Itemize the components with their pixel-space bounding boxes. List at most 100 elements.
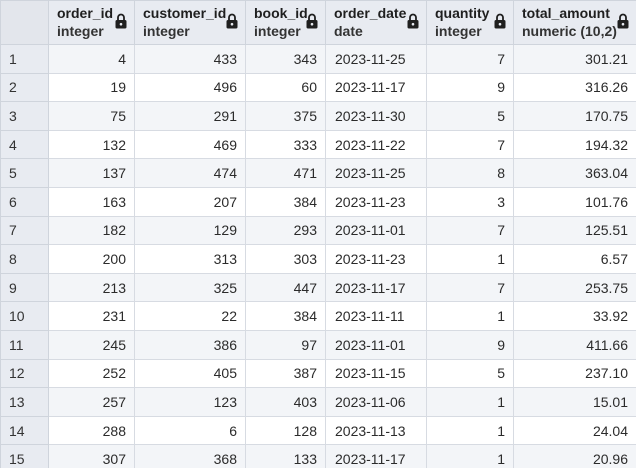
cell-quantity[interactable]: 7: [426, 215, 514, 246]
cell-order-date[interactable]: 2023-11-17: [325, 444, 427, 468]
cell-quantity[interactable]: 9: [426, 329, 514, 360]
row-number[interactable]: 9: [0, 272, 49, 303]
cell-order-id[interactable]: 213: [48, 272, 135, 303]
cell-total-amount[interactable]: 170.75: [513, 101, 636, 131]
select-all-corner[interactable]: [0, 0, 49, 45]
cell-book-id[interactable]: 333: [245, 129, 326, 160]
cell-customer-id[interactable]: 313: [134, 244, 246, 274]
cell-order-id[interactable]: 200: [48, 244, 135, 274]
table-row[interactable]: 3 75 291 375 2023-11-30 5 170.75: [0, 101, 636, 131]
cell-quantity[interactable]: 3: [426, 186, 514, 217]
cell-book-id[interactable]: 387: [245, 358, 326, 389]
row-number[interactable]: 12: [0, 358, 49, 389]
cell-book-id[interactable]: 384: [245, 186, 326, 217]
cell-customer-id[interactable]: 469: [134, 129, 246, 160]
cell-order-id[interactable]: 132: [48, 129, 135, 160]
row-number[interactable]: 14: [0, 415, 49, 446]
table-row[interactable]: 6 163 207 384 2023-11-23 3 101.76: [0, 186, 636, 217]
cell-order-id[interactable]: 257: [48, 387, 135, 417]
cell-quantity[interactable]: 7: [426, 129, 514, 160]
column-header-total-amount[interactable]: total_amount numeric (10,2): [513, 0, 636, 45]
cell-book-id[interactable]: 97: [245, 329, 326, 360]
column-header-order-id[interactable]: order_id integer: [48, 0, 135, 45]
cell-order-date[interactable]: 2023-11-01: [325, 215, 427, 246]
cell-order-id[interactable]: 252: [48, 358, 135, 389]
table-row[interactable]: 13 257 123 403 2023-11-06 1 15.01: [0, 387, 636, 417]
cell-quantity[interactable]: 1: [426, 444, 514, 468]
cell-book-id[interactable]: 60: [245, 72, 326, 103]
cell-total-amount[interactable]: 15.01: [513, 387, 636, 417]
cell-customer-id[interactable]: 405: [134, 358, 246, 389]
table-row[interactable]: 11 245 386 97 2023-11-01 9 411.66: [0, 329, 636, 360]
row-number[interactable]: 15: [0, 444, 49, 468]
cell-total-amount[interactable]: 363.04: [513, 158, 636, 188]
cell-customer-id[interactable]: 207: [134, 186, 246, 217]
cell-book-id[interactable]: 128: [245, 415, 326, 446]
cell-customer-id[interactable]: 474: [134, 158, 246, 188]
cell-book-id[interactable]: 384: [245, 301, 326, 331]
cell-quantity[interactable]: 1: [426, 301, 514, 331]
cell-order-date[interactable]: 2023-11-30: [325, 101, 427, 131]
table-row[interactable]: 9 213 325 447 2023-11-17 7 253.75: [0, 272, 636, 303]
cell-quantity[interactable]: 1: [426, 244, 514, 274]
row-number[interactable]: 13: [0, 387, 49, 417]
cell-order-date[interactable]: 2023-11-25: [325, 158, 427, 188]
row-number[interactable]: 1: [0, 44, 49, 74]
cell-total-amount[interactable]: 101.76: [513, 186, 636, 217]
cell-order-date[interactable]: 2023-11-06: [325, 387, 427, 417]
row-number[interactable]: 7: [0, 215, 49, 246]
cell-order-date[interactable]: 2023-11-25: [325, 44, 427, 74]
table-row[interactable]: 2 19 496 60 2023-11-17 9 316.26: [0, 72, 636, 103]
cell-total-amount[interactable]: 411.66: [513, 329, 636, 360]
cell-quantity[interactable]: 7: [426, 44, 514, 74]
cell-total-amount[interactable]: 125.51: [513, 215, 636, 246]
cell-order-id[interactable]: 182: [48, 215, 135, 246]
cell-quantity[interactable]: 5: [426, 358, 514, 389]
cell-order-id[interactable]: 231: [48, 301, 135, 331]
cell-total-amount[interactable]: 33.92: [513, 301, 636, 331]
cell-order-date[interactable]: 2023-11-23: [325, 244, 427, 274]
column-header-order-date[interactable]: order_date date: [325, 0, 427, 45]
row-number[interactable]: 6: [0, 186, 49, 217]
row-number[interactable]: 5: [0, 158, 49, 188]
cell-total-amount[interactable]: 6.57: [513, 244, 636, 274]
cell-order-id[interactable]: 307: [48, 444, 135, 468]
cell-total-amount[interactable]: 316.26: [513, 72, 636, 103]
table-row[interactable]: 12 252 405 387 2023-11-15 5 237.10: [0, 358, 636, 389]
cell-customer-id[interactable]: 129: [134, 215, 246, 246]
table-row[interactable]: 5 137 474 471 2023-11-25 8 363.04: [0, 158, 636, 188]
cell-quantity[interactable]: 8: [426, 158, 514, 188]
row-number[interactable]: 8: [0, 244, 49, 274]
cell-book-id[interactable]: 303: [245, 244, 326, 274]
cell-quantity[interactable]: 5: [426, 101, 514, 131]
cell-total-amount[interactable]: 194.32: [513, 129, 636, 160]
cell-total-amount[interactable]: 253.75: [513, 272, 636, 303]
row-number[interactable]: 4: [0, 129, 49, 160]
cell-total-amount[interactable]: 301.21: [513, 44, 636, 74]
cell-order-id[interactable]: 288: [48, 415, 135, 446]
cell-book-id[interactable]: 293: [245, 215, 326, 246]
cell-customer-id[interactable]: 291: [134, 101, 246, 131]
cell-quantity[interactable]: 7: [426, 272, 514, 303]
cell-customer-id[interactable]: 368: [134, 444, 246, 468]
table-row[interactable]: 7 182 129 293 2023-11-01 7 125.51: [0, 215, 636, 246]
cell-order-date[interactable]: 2023-11-13: [325, 415, 427, 446]
column-header-quantity[interactable]: quantity integer: [426, 0, 514, 45]
cell-book-id[interactable]: 471: [245, 158, 326, 188]
cell-order-date[interactable]: 2023-11-11: [325, 301, 427, 331]
cell-customer-id[interactable]: 496: [134, 72, 246, 103]
cell-total-amount[interactable]: 237.10: [513, 358, 636, 389]
cell-order-date[interactable]: 2023-11-17: [325, 72, 427, 103]
cell-order-id[interactable]: 75: [48, 101, 135, 131]
cell-book-id[interactable]: 343: [245, 44, 326, 74]
cell-customer-id[interactable]: 123: [134, 387, 246, 417]
cell-order-date[interactable]: 2023-11-23: [325, 186, 427, 217]
cell-order-date[interactable]: 2023-11-01: [325, 329, 427, 360]
cell-book-id[interactable]: 403: [245, 387, 326, 417]
cell-customer-id[interactable]: 325: [134, 272, 246, 303]
cell-customer-id[interactable]: 433: [134, 44, 246, 74]
cell-quantity[interactable]: 1: [426, 415, 514, 446]
table-row[interactable]: 14 288 6 128 2023-11-13 1 24.04: [0, 415, 636, 446]
cell-customer-id[interactable]: 6: [134, 415, 246, 446]
row-number[interactable]: 11: [0, 329, 49, 360]
